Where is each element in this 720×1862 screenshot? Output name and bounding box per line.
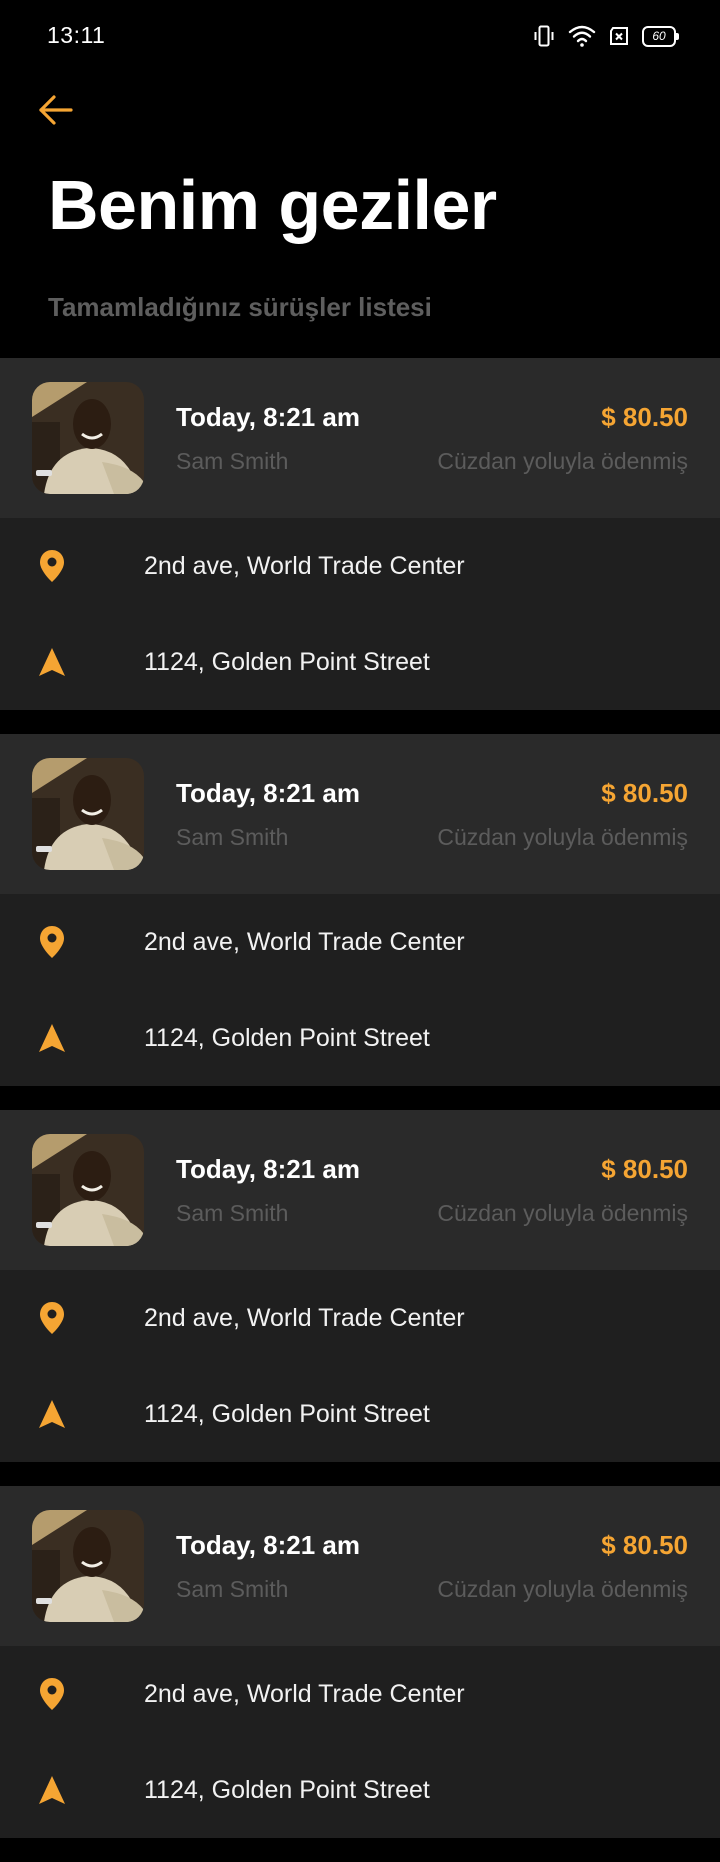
dropoff-address: 1124, Golden Point Street [144,1776,430,1804]
page-subtitle: Tamamladığınız sürüşler listesi [48,292,432,322]
page-title: Benim geziler [48,166,497,244]
navigation-arrow-icon [36,644,68,680]
trip-header: Today, 8:21 am Sam Smith $ 80.50 Cüzdan … [0,1486,720,1646]
location-pin-icon [36,548,68,584]
trip-price: $ 80.50 [601,402,688,432]
trip-price: $ 80.50 [601,1530,688,1560]
driver-name: Sam Smith [176,824,289,850]
trip-time: Today, 8:21 am [176,778,360,808]
driver-avatar [32,758,144,870]
location-pin-icon [36,1676,68,1712]
trip-route: 2nd ave, World Trade Center 1124, Golden… [0,1646,720,1838]
payment-method: Cüzdan yoluyla ödenmiş [437,1200,688,1226]
payment-method: Cüzdan yoluyla ödenmiş [437,824,688,850]
pickup-address: 2nd ave, World Trade Center [144,928,465,956]
trip-time: Today, 8:21 am [176,1154,360,1184]
trip-card[interactable]: Today, 8:21 am Sam Smith $ 80.50 Cüzdan … [0,1486,720,1838]
dropoff-address: 1124, Golden Point Street [144,1400,430,1428]
vibrate-icon [532,24,556,48]
pickup-address: 2nd ave, World Trade Center [144,552,465,580]
trip-list: Today, 8:21 am Sam Smith $ 80.50 Cüzdan … [0,358,720,1862]
trip-route: 2nd ave, World Trade Center 1124, Golden… [0,518,720,710]
navigation-arrow-icon [36,1772,68,1808]
trip-card[interactable]: Today, 8:21 am Sam Smith $ 80.50 Cüzdan … [0,734,720,1086]
driver-avatar [32,1510,144,1622]
payment-method: Cüzdan yoluyla ödenmiş [437,1576,688,1602]
trip-time: Today, 8:21 am [176,402,360,432]
trip-price: $ 80.50 [601,1154,688,1184]
dropoff-address: 1124, Golden Point Street [144,648,430,676]
trip-header: Today, 8:21 am Sam Smith $ 80.50 Cüzdan … [0,734,720,894]
dropoff-address: 1124, Golden Point Street [144,1024,430,1052]
trip-time: Today, 8:21 am [176,1530,360,1560]
trip-header: Today, 8:21 am Sam Smith $ 80.50 Cüzdan … [0,358,720,518]
trip-card[interactable]: Today, 8:21 am Sam Smith $ 80.50 Cüzdan … [0,358,720,710]
navigation-arrow-icon [36,1396,68,1432]
status-time: 13:11 [47,22,106,48]
arrow-left-icon [38,94,74,131]
trip-price: $ 80.50 [601,778,688,808]
battery-icon: 60 [642,25,679,47]
driver-name: Sam Smith [176,1576,289,1602]
trip-card[interactable]: Today, 8:21 am Sam Smith $ 80.50 Cüzdan … [0,1110,720,1462]
location-pin-icon [36,1300,68,1336]
driver-avatar [32,382,144,494]
pickup-address: 2nd ave, World Trade Center [144,1304,465,1332]
location-pin-icon [36,924,68,960]
status-bar: 13:11 60 [0,0,720,72]
driver-name: Sam Smith [176,448,289,474]
back-button[interactable] [36,92,76,132]
trip-route: 2nd ave, World Trade Center 1124, Golden… [0,1270,720,1462]
navigation-arrow-icon [36,1020,68,1056]
status-icons: 60 [532,22,679,50]
pickup-address: 2nd ave, World Trade Center [144,1680,465,1708]
trip-header: Today, 8:21 am Sam Smith $ 80.50 Cüzdan … [0,1110,720,1270]
no-sim-icon [608,26,630,46]
driver-name: Sam Smith [176,1200,289,1226]
trip-route: 2nd ave, World Trade Center 1124, Golden… [0,894,720,1086]
payment-method: Cüzdan yoluyla ödenmiş [437,448,688,474]
wifi-icon [568,24,596,48]
driver-avatar [32,1134,144,1246]
